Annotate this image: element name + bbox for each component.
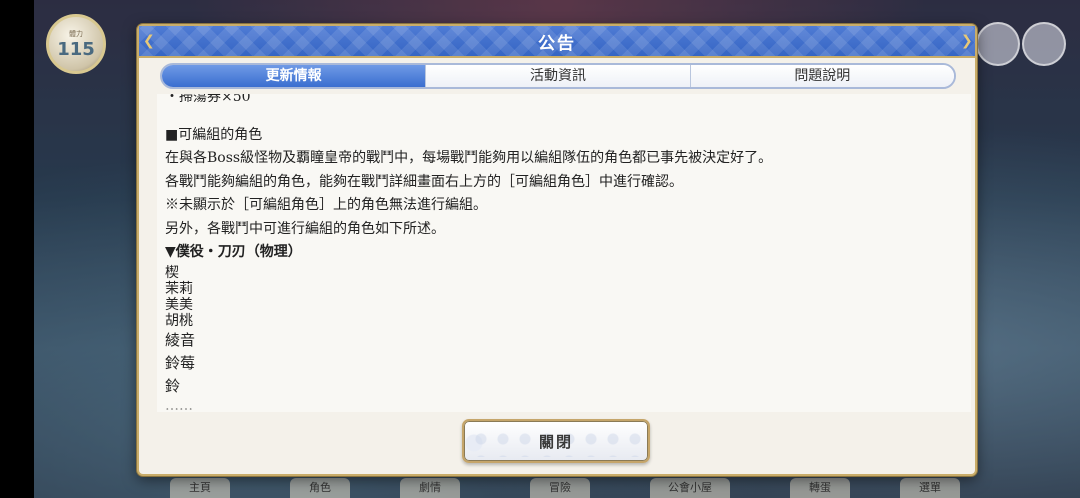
screen-left-inset — [0, 0, 34, 498]
paragraph-line: 各戰鬥能夠編組的角色，能夠在戰鬥詳細畫面右上方的［可編組角色］中進行確認。 — [165, 173, 683, 190]
character-name: 美美 — [165, 296, 193, 313]
bottom-tab-adventure: 冒險 — [530, 478, 590, 498]
stamina-label: 體力 — [69, 29, 83, 38]
character-name: 鈴莓 — [165, 353, 196, 372]
announcement-content[interactable]: ・掃蕩券×50 ■可編組的角色 在與各Boss級怪物及覇瞳皇帝的戰鬥中，每場戰鬥… — [157, 94, 971, 412]
paragraph-line: 在與各Boss級怪物及覇瞳皇帝的戰鬥中，每場戰鬥能夠用以編組隊伍的角色都已事先被… — [165, 150, 773, 166]
close-button[interactable]: 關閉 — [462, 419, 650, 463]
dialog-title: 公告 — [538, 33, 576, 54]
background-menu-icon — [976, 22, 1020, 66]
bottom-tab-characters: 角色 — [290, 478, 350, 498]
announcement-scroll-body: ・掃蕩券×50 ■可編組的角色 在與各Boss級怪物及覇瞳皇帝的戰鬥中，每場戰鬥… — [165, 94, 955, 412]
tab-faq[interactable]: 問題說明 — [689, 65, 954, 87]
tab-update-info[interactable]: 更新情報 — [162, 65, 426, 87]
tab-event-info[interactable]: 活動資訊 — [425, 65, 690, 87]
bottom-tab-gacha: 轉蛋 — [790, 478, 850, 498]
bottom-tab-menu: 選單 — [900, 478, 960, 498]
background-fullscreen-icon — [1022, 22, 1066, 66]
close-button-label: 關閉 — [538, 432, 573, 451]
header-right-ornament-icon: ❯ — [961, 33, 973, 49]
bottom-tab-guild-house: 公會小屋 — [650, 478, 730, 498]
character-name: 綾音 — [165, 330, 196, 349]
dialog-header: ❮ 公告 ❯ — [139, 26, 975, 58]
stamina-value: 115 — [57, 38, 95, 60]
partial-reward-line: ・掃蕩券×50 — [165, 94, 251, 105]
section-heading: ■可編組的角色 — [165, 126, 263, 143]
character-name: 鈴 — [165, 376, 181, 395]
paragraph-line: ※未顯示於［可編組角色］上的角色無法進行編組。 — [165, 197, 487, 213]
category-heading: ▼僕役・刀刃（物理） — [165, 244, 302, 260]
announcement-tabs: 更新情報 活動資訊 問題說明 — [160, 63, 956, 89]
announcement-dialog: ❮ 公告 ❯ 更新情報 活動資訊 問題說明 ・掃蕩券×50 ■可編組的角色 在與… — [137, 24, 977, 476]
character-name: 茉莉 — [165, 280, 193, 297]
character-name: 胡桃 — [165, 312, 193, 329]
paragraph-line: 另外，各戰鬥中可進行編組的角色如下所述。 — [165, 220, 445, 237]
bottom-tab-story: 劇情 — [400, 478, 460, 498]
header-left-ornament-icon: ❮ — [143, 33, 155, 49]
bottom-tab-home: 主頁 — [170, 478, 230, 498]
stamina-gauge: 體力 115 — [46, 14, 106, 74]
content-bottom-fade — [157, 406, 971, 412]
character-name: 楔 — [165, 264, 179, 281]
